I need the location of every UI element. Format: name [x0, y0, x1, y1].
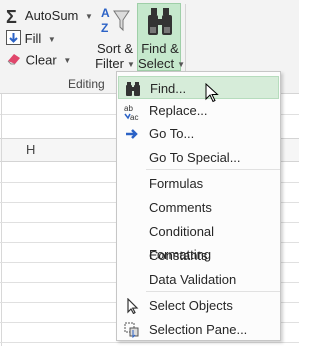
menu-item-label: Replace... [149, 103, 208, 118]
binoculars-icon [125, 81, 141, 97]
menu-item-label: Data Validation [149, 272, 237, 287]
menu-item-label: Find... [150, 81, 187, 96]
arrow-right-icon [124, 126, 140, 142]
menu-item-selection-pane[interactable]: Selection Pane... [118, 318, 279, 341]
svg-text:A: A [101, 6, 110, 20]
find-select-label-2: Select ▼ [138, 56, 186, 71]
sort-filter-label-2: Filter ▼ [95, 56, 135, 71]
menu-item-label: Constants [149, 248, 208, 263]
menu-item-comments[interactable]: Comments [118, 196, 279, 219]
group-label-editing: Editing [68, 77, 105, 91]
sigma-icon: Σ [6, 6, 17, 27]
binoculars-icon [146, 7, 174, 42]
menu-item-go-to-special[interactable]: Go To Special... [118, 146, 279, 169]
chevron-down-icon: ▼ [126, 60, 135, 70]
chevron-down-icon: ▼ [63, 56, 72, 65]
autosum-label: AutoSum [24, 8, 79, 23]
svg-text:ac: ac [130, 113, 138, 121]
fill-down-icon [6, 30, 21, 49]
find-select-menu: Find... ab ac Replace... Go To... Go To S… [116, 71, 281, 341]
replace-icon: ab ac [124, 103, 140, 122]
chevron-down-icon: ▼ [47, 34, 56, 44]
menu-item-find[interactable]: Find... [118, 76, 279, 99]
fill-button[interactable]: Fill ▼ [6, 30, 56, 49]
menu-item-conditional-formatting[interactable]: Conditional Formatting [118, 220, 279, 262]
eraser-icon [6, 52, 22, 70]
menu-item-data-validation[interactable]: Data Validation [118, 268, 279, 291]
clear-button[interactable]: Clear ▼ [6, 52, 71, 70]
svg-text:ab: ab [124, 104, 133, 113]
svg-text:Z: Z [101, 21, 108, 35]
autosum-button[interactable]: Σ AutoSum ▼ [6, 6, 93, 27]
clear-label: Clear [25, 52, 57, 68]
row-gridline [0, 342, 299, 343]
menu-item-label: Go To Special... [149, 150, 241, 165]
sort-filter-label-2-text: Filter [95, 56, 124, 71]
menu-item-label: Go To... [149, 126, 195, 141]
column-gridline [1, 94, 2, 346]
menu-item-formulas[interactable]: Formulas [118, 172, 279, 195]
find-select-label-2-text: Select [138, 56, 175, 71]
menu-item-label: Formulas [149, 176, 204, 191]
menu-item-select-objects[interactable]: Select Objects [118, 294, 279, 317]
find-select-label-1: Find & [141, 41, 179, 56]
menu-item-replace[interactable]: ab ac Replace... [118, 99, 279, 122]
menu-item-constants[interactable]: Constants [118, 244, 279, 267]
chevron-down-icon: ▼ [85, 11, 93, 21]
menu-separator [146, 169, 280, 170]
menu-item-label: Comments [149, 200, 212, 215]
find-select-button[interactable]: Find & Select ▼ [137, 3, 186, 71]
fill-label: Fill [24, 30, 42, 46]
select-objects-icon [124, 297, 140, 315]
sort-az-icon: A Z [101, 5, 131, 42]
column-header-h[interactable]: H [26, 142, 35, 157]
menu-item-go-to[interactable]: Go To... [118, 122, 279, 145]
sort-filter-label-1: Sort & [96, 41, 134, 56]
sort-filter-button[interactable]: A Z Sort & Filter ▼ [95, 3, 135, 71]
menu-separator [146, 291, 280, 292]
menu-item-label: Selection Pane... [149, 322, 248, 337]
selection-pane-icon [124, 322, 140, 339]
menu-item-label: Select Objects [149, 298, 233, 313]
chevron-down-icon: ▼ [177, 60, 186, 70]
mouse-pointer-icon [205, 82, 219, 108]
